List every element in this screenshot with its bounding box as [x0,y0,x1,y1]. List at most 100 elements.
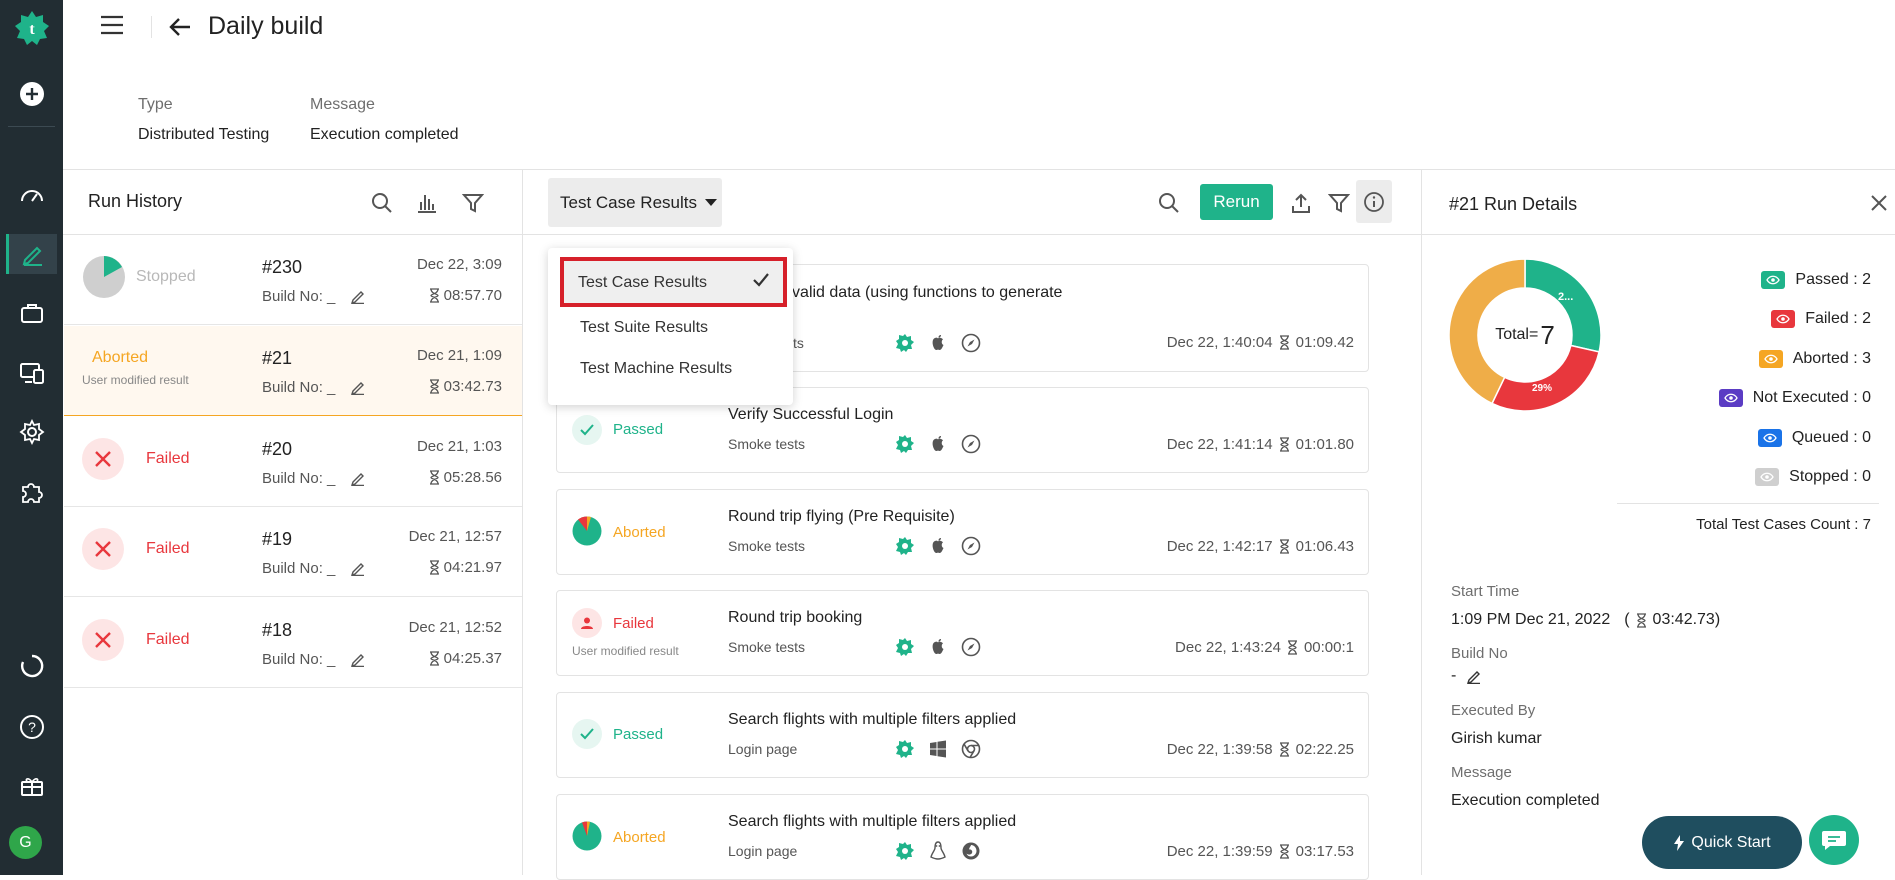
rerun-button[interactable]: Rerun [1200,184,1273,220]
run-duration: 04:25.37 [443,650,502,667]
addons-puzzle-icon[interactable] [6,472,57,512]
testsigma-agent-icon [896,638,914,656]
menu-option-test-case-results[interactable]: Test Case Results [560,257,787,307]
back-arrow-icon[interactable] [168,15,192,39]
aborted-pie-icon [572,516,602,546]
filter-icon[interactable] [462,192,484,214]
run-history-title: Run History [88,191,183,211]
safari-icon [961,434,981,454]
test-suite-name: Smoke tests [728,639,806,655]
hourglass-icon [1287,640,1297,655]
total-test-cases-count: Total Test Cases Count : 7 [1696,516,1871,533]
gift-icon[interactable] [6,766,57,806]
help-icon[interactable]: ? [6,707,57,747]
page-title: Daily build [208,12,324,40]
test-suite-name: Smoke tests [728,436,806,452]
edit-pencil-icon[interactable] [350,379,366,395]
search-icon[interactable] [371,192,393,214]
legend-passed[interactable]: Passed : 2 [1761,271,1871,289]
test-case-card[interactable]: Failed User modified result Round trip b… [556,590,1369,676]
run-date: Dec 21, 12:52 [408,619,502,636]
edit-pencil-icon[interactable] [350,651,366,667]
menu-option-test-suite-results[interactable]: Test Suite Results [580,319,708,337]
failed-x-icon [82,619,124,661]
test-case-date: Dec 22, 1:40:04 [1166,334,1273,351]
legend-failed[interactable]: Failed : 2 [1771,310,1871,328]
legend-label: Not Executed : 0 [1752,389,1871,406]
quick-start-label: Quick Start [1691,833,1771,851]
chrome-icon [961,739,981,759]
run-details-title: #21 Run Details [1449,194,1578,214]
testsigma-agent-icon [896,842,914,860]
menu-option-test-machine-results[interactable]: Test Machine Results [580,360,732,378]
briefcase-icon[interactable] [6,293,57,333]
build-number: Build No: _ [262,560,336,577]
upload-icon[interactable] [1290,192,1312,214]
settings-icon[interactable] [6,412,57,452]
test-case-card[interactable]: Aborted Search flights with multiple fil… [556,794,1369,880]
add-icon[interactable] [6,74,57,114]
legend-divider [1617,503,1879,504]
edit-pencil-icon[interactable] [350,288,366,304]
author-icon[interactable] [6,234,57,274]
test-case-date: Dec 22, 1:39:59 [1166,843,1273,860]
hourglass-icon [1279,844,1289,859]
run-row-20[interactable]: Failed #20 Build No: _ Dec 21, 1:03 05:2… [64,417,522,507]
legend-aborted[interactable]: Aborted : 3 [1758,350,1871,368]
bar-chart-icon[interactable] [416,192,438,214]
run-number: #230 [262,257,303,277]
donut-total-value: 7 [1540,319,1555,350]
run-duration: 05:28.56 [443,469,502,486]
chat-button[interactable] [1809,815,1859,865]
test-suite-name: Smoke tests [728,538,806,554]
run-number: #19 [262,529,293,549]
close-icon[interactable] [1869,193,1889,213]
test-case-status: Aborted [613,524,666,541]
hourglass-icon [1279,742,1289,757]
firefox-icon [962,842,980,860]
linux-icon [930,841,946,860]
run-row-21[interactable]: Aborted User modified result #21 Build N… [64,326,522,416]
run-row-19[interactable]: Failed #19 Build No: _ Dec 21, 12:57 04:… [64,507,522,597]
passed-check-icon [572,719,602,749]
start-time-duration: 03:42.73) [1652,611,1721,628]
test-case-card[interactable]: Passed Search flights with multiple filt… [556,692,1369,778]
testsigma-logo-icon[interactable]: t [6,8,57,48]
filter-icon[interactable] [1328,192,1350,214]
caret-down-icon [705,198,717,206]
testsigma-agent-icon [896,334,914,352]
message-value: Execution completed [1451,792,1600,809]
hamburger-menu-icon[interactable] [99,13,125,37]
donut-slice-label-failed: 29% [1532,383,1553,394]
legend-not-executed[interactable]: Not Executed : 0 [1718,389,1871,407]
results-view-dropdown[interactable]: Test Case Results [548,178,722,227]
quick-start-button[interactable]: Quick Start [1642,816,1802,869]
hourglass-icon [429,288,439,303]
apple-icon [932,538,944,553]
hourglass-icon [1279,335,1289,350]
passed-check-icon [572,415,602,445]
devices-icon[interactable] [6,353,57,393]
test-case-status: Passed [613,421,664,438]
legend-queued[interactable]: Queued : 0 [1757,429,1871,447]
test-case-date: Dec 22, 1:42:17 [1166,538,1273,555]
aborted-pie-icon [572,821,602,851]
legend-stopped[interactable]: Stopped : 0 [1755,468,1871,486]
search-icon[interactable] [1158,192,1180,214]
edit-pencil-icon[interactable] [350,560,366,576]
test-case-card[interactable]: Aborted Round trip flying (Pre Requisite… [556,489,1369,575]
legend-label: Stopped : 0 [1789,468,1871,485]
run-row-230[interactable]: Stopped #230 Build No: _ Dec 22, 3:09 08… [64,235,522,325]
run-number: #20 [262,439,293,459]
info-icon[interactable] [1356,180,1392,223]
run-row-18[interactable]: Failed #18 Build No: _ Dec 21, 12:52 04:… [64,598,522,688]
edit-pencil-icon[interactable] [1466,668,1482,684]
user-avatar[interactable]: G [9,826,42,859]
test-case-status: Passed [613,726,664,743]
test-case-note: User modified result [572,644,679,658]
eye-icon [1771,310,1796,328]
failed-user-icon [572,608,602,638]
edit-pencil-icon[interactable] [350,470,366,486]
dashboard-icon[interactable] [6,175,57,215]
sync-icon[interactable] [6,646,57,686]
